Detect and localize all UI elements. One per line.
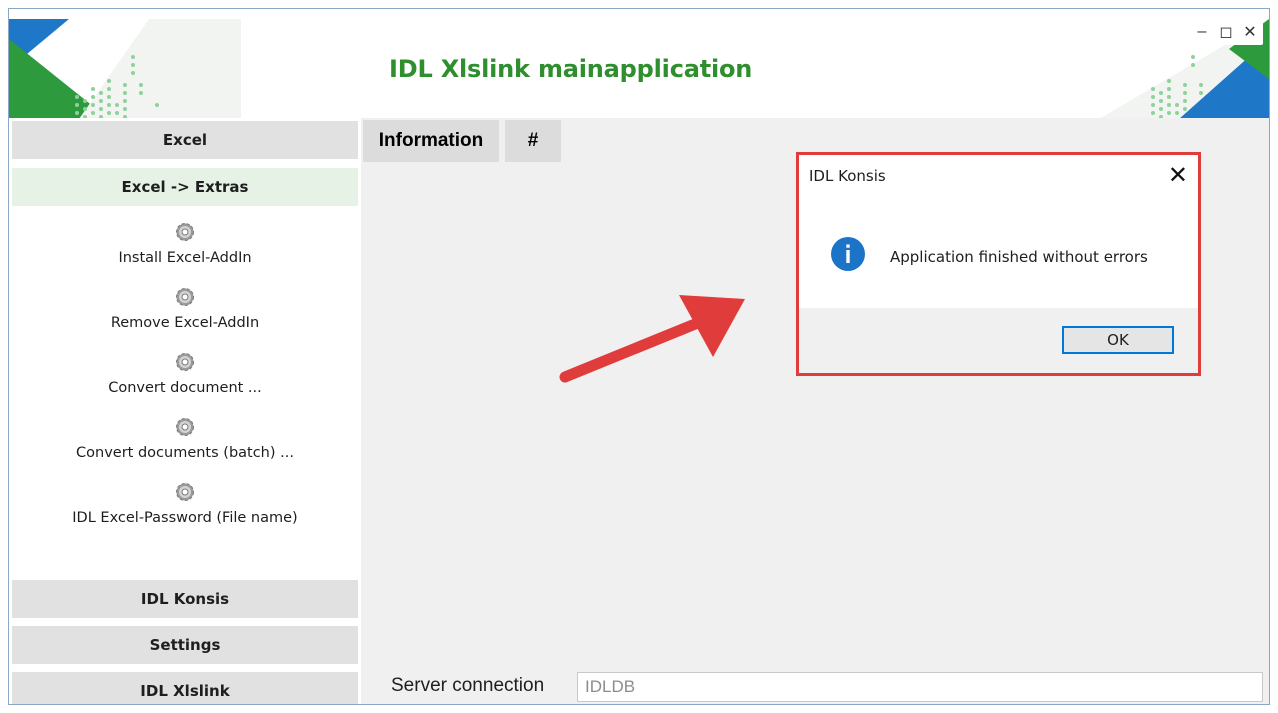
tool-label: Install Excel-AddIn — [118, 250, 252, 266]
server-connection-bar: Server connection IDLDB — [361, 665, 1269, 704]
tool-install-excel-addin[interactable]: Install Excel-AddIn — [12, 218, 358, 283]
gear-icon — [176, 288, 194, 306]
app-header: IDL Xlslink mainapplication – ◻ ✕ — [9, 9, 1269, 119]
gear-icon — [176, 418, 194, 436]
sidebar-section-settings[interactable]: Settings — [12, 626, 358, 664]
server-connection-label: Server connection — [391, 675, 545, 696]
dialog-close-icon[interactable]: ✕ — [1168, 161, 1188, 190]
server-connection-field[interactable]: IDLDB — [577, 672, 1263, 702]
info-icon — [831, 237, 865, 271]
tab-hash[interactable]: # — [505, 120, 561, 162]
sidebar-section-excel[interactable]: Excel — [12, 121, 358, 159]
sidebar-section-idl-xlslink[interactable]: IDL Xlslink — [12, 672, 358, 704]
tool-convert-documents-batch[interactable]: Convert documents (batch) ... — [12, 413, 358, 478]
tool-convert-document[interactable]: Convert document ... — [12, 348, 358, 413]
maximize-button[interactable]: ◻ — [1219, 24, 1233, 41]
tool-list: Install Excel-AddIn Remove Excel-AddIn C… — [12, 218, 358, 543]
minimize-button[interactable]: – — [1195, 23, 1209, 40]
tool-excel-password[interactable]: IDL Excel-Password (File name) — [12, 478, 358, 543]
tool-label: Convert documents (batch) ... — [76, 445, 294, 461]
ok-button[interactable]: OK — [1062, 326, 1174, 354]
gear-icon — [176, 483, 194, 501]
tab-information[interactable]: Information — [363, 120, 499, 162]
tool-label: IDL Excel-Password (File name) — [72, 510, 298, 526]
dialog-footer: OK — [799, 308, 1198, 373]
dialog-title: IDL Konsis — [809, 167, 886, 185]
tool-label: Remove Excel-AddIn — [110, 315, 260, 331]
message-dialog: IDL Konsis ✕ Application finished withou… — [796, 152, 1201, 376]
dialog-message: Application finished without errors — [890, 248, 1148, 266]
tool-label: Convert document ... — [108, 380, 262, 396]
gear-icon — [176, 223, 194, 241]
sidebar-subsection-excel-extras[interactable]: Excel -> Extras — [12, 168, 358, 206]
close-button[interactable]: ✕ — [1243, 24, 1257, 41]
sidebar-section-idl-konsis[interactable]: IDL Konsis — [12, 580, 358, 618]
window-controls: – ◻ ✕ — [1189, 19, 1263, 45]
gear-icon — [176, 353, 194, 371]
app-title: IDL Xlslink mainapplication — [389, 55, 753, 83]
company-logo-left — [9, 19, 241, 119]
sidebar: Excel Excel -> Extras Install Excel-AddI… — [9, 118, 361, 704]
tool-remove-excel-addin[interactable]: Remove Excel-AddIn — [12, 283, 358, 348]
